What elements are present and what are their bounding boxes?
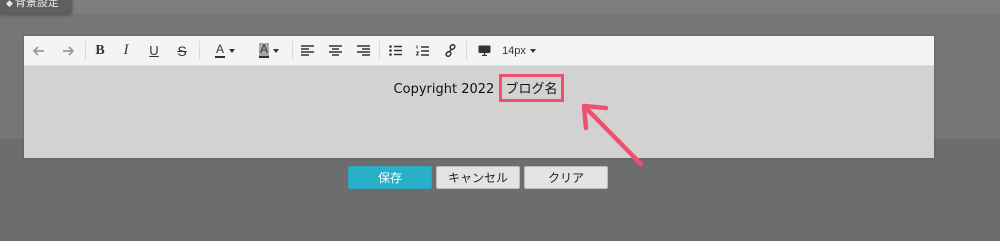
align-left-button[interactable] [300,41,314,60]
undo-button[interactable] [32,41,46,60]
cancel-button[interactable]: キャンセル [436,166,520,189]
align-left-icon [300,45,314,56]
toolbar-divider [466,41,467,60]
chevron-down-icon [529,48,536,53]
highlight-color-button[interactable]: A [252,41,286,60]
toolbar-divider [379,41,380,60]
bullet-list-button[interactable] [388,41,402,60]
editor-text-line: Copyright 2022 ブログ名 [24,74,934,102]
editor-content-area[interactable]: Copyright 2022 ブログ名 [24,66,934,158]
diamond-icon: ◆ [6,0,13,9]
align-right-button[interactable] [356,41,370,60]
bold-button[interactable]: B [93,41,107,60]
toolbar-divider [85,41,86,60]
align-right-icon [356,45,370,56]
bullet-list-icon [388,45,402,56]
underline-button[interactable]: U [147,41,161,60]
italic-button[interactable]: I [119,41,133,60]
toolbar-divider [199,41,200,60]
numbered-list-icon [415,45,429,56]
undo-arrow-icon [33,45,44,56]
save-button[interactable]: 保存 [348,166,432,189]
monitor-icon [478,45,490,56]
copyright-text: Copyright 2022 [393,82,495,97]
annotation-arrow [581,103,644,167]
numbered-list-button[interactable] [415,41,429,60]
background-settings-tab[interactable]: ◆ 背景設定 [0,0,72,14]
strikethrough-button[interactable]: S [175,41,189,60]
toolbar-divider [292,41,293,60]
font-size-value: 14px [502,44,526,57]
link-button[interactable] [443,41,457,60]
font-color-icon: A [214,42,225,58]
chevron-down-icon [229,48,235,53]
rich-text-editor: B I U S A A 14px Copyright 2022 ブログ名 [24,36,934,158]
editor-toolbar: B I U S A A 14px [24,36,934,66]
link-icon [444,44,456,57]
highlighted-blog-name: ブログ名 [499,74,565,102]
desktop-view-button[interactable] [476,41,492,60]
highlight-color-icon: A [258,42,269,58]
redo-button[interactable] [61,41,75,60]
background-settings-label: 背景設定 [14,0,59,9]
align-center-button[interactable] [328,41,342,60]
page-top-strip [0,0,1000,14]
blog-name-text: ブログ名 [505,82,558,97]
font-color-button[interactable]: A [208,41,242,60]
font-size-dropdown[interactable]: 14px [499,41,539,60]
chevron-down-icon [273,48,279,53]
clear-button[interactable]: クリア [524,166,608,189]
redo-arrow-icon [63,45,74,56]
align-center-icon [328,45,342,56]
